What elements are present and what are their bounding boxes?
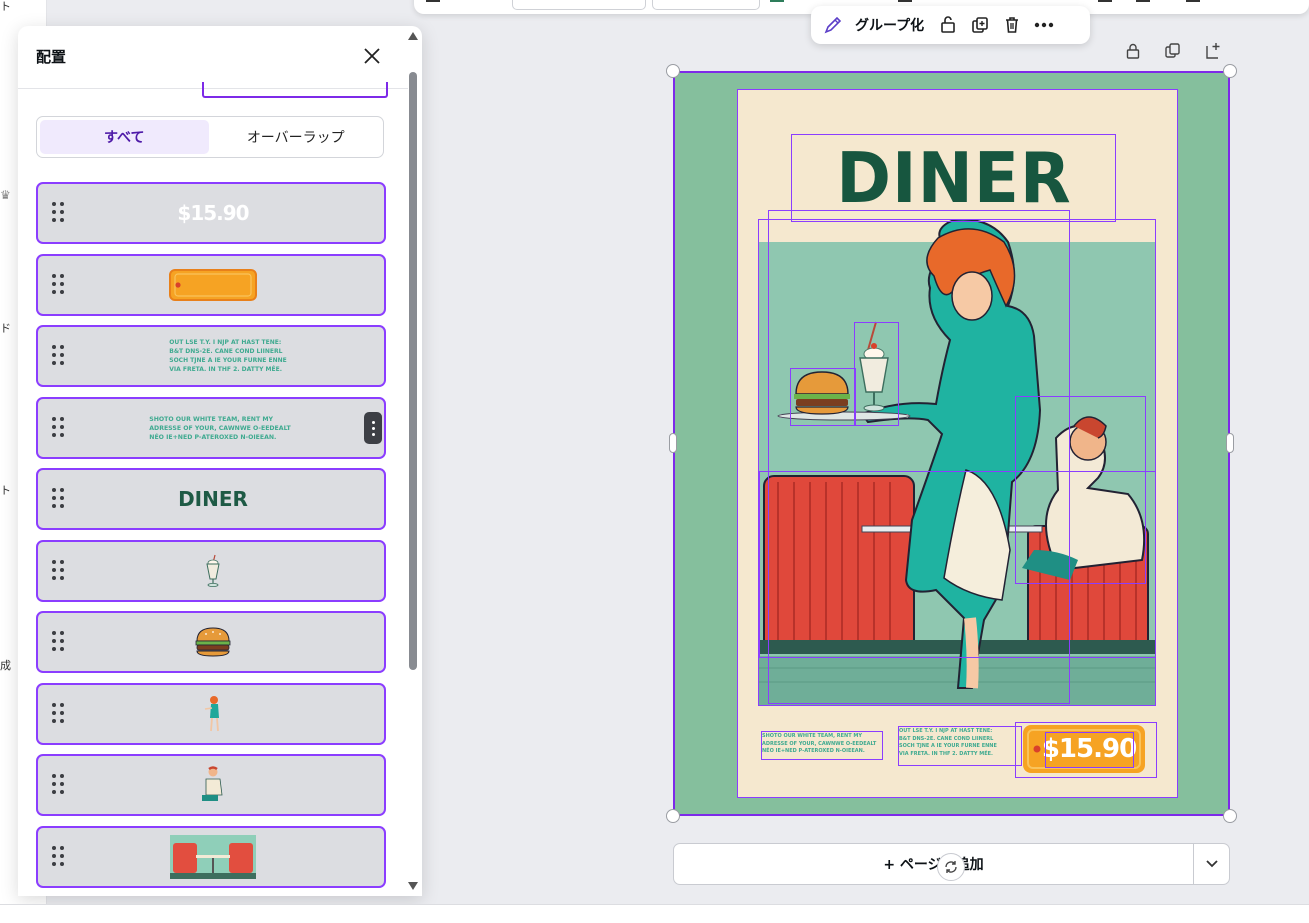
drag-handle-icon[interactable]: [52, 202, 66, 224]
align-icon[interactable]: [1136, 0, 1150, 2]
drag-handle-icon[interactable]: [52, 345, 66, 367]
layer-item-man[interactable]: [36, 754, 386, 816]
milkshake-thumbnail: [158, 546, 268, 596]
resize-handle[interactable]: [669, 433, 677, 453]
resize-handle[interactable]: [666, 64, 680, 78]
duplicate-icon[interactable]: [966, 11, 994, 39]
resize-handle[interactable]: [666, 809, 680, 823]
rail-label[interactable]: ト: [0, 482, 11, 498]
lock-icon[interactable]: [1122, 40, 1144, 62]
panel-scrollbar[interactable]: [407, 28, 419, 894]
rail-label[interactable]: ト: [0, 0, 11, 14]
layer-more-icon[interactable]: [364, 412, 382, 444]
drag-handle-icon[interactable]: [52, 488, 66, 510]
booth-thumbnail: [158, 832, 268, 882]
magic-pen-icon[interactable]: [819, 11, 847, 39]
font-field[interactable]: [512, 0, 646, 10]
font-size-field[interactable]: [652, 0, 760, 10]
drag-handle-icon[interactable]: [52, 560, 66, 582]
layer-item-body-text[interactable]: SHOTO OUR WHITE TEAM, RENT MY ADRESSE OF…: [36, 397, 386, 459]
layer-item-price-text[interactable]: $15.90: [36, 182, 386, 244]
layer-item-price-tag[interactable]: [36, 254, 386, 316]
rail-label[interactable]: ド: [0, 320, 11, 336]
group-button[interactable]: グループ化: [851, 15, 930, 35]
panel-title: 配置: [36, 48, 67, 66]
add-page-icon[interactable]: [1202, 40, 1224, 62]
selection-outline: [791, 134, 1116, 222]
layer-filter-tabs: すべて オーバーラップ: [36, 116, 384, 158]
duplicate-page-icon[interactable]: [1162, 40, 1184, 62]
price-tag-thumbnail: [158, 260, 268, 310]
title-text-thumbnail: DINER: [178, 487, 248, 511]
close-icon[interactable]: [358, 42, 386, 70]
scroll-thumb[interactable]: [409, 72, 417, 670]
rotate-icon[interactable]: [937, 853, 965, 881]
chevron-down-icon[interactable]: [1194, 844, 1230, 884]
menu-icon[interactable]: [426, 0, 440, 2]
rail-label[interactable]: 成: [0, 657, 11, 673]
previous-layer-edge: [202, 82, 388, 98]
layer-item-burger[interactable]: [36, 611, 386, 673]
selection-outline: [854, 322, 899, 426]
tab-all[interactable]: すべて: [40, 120, 209, 154]
resize-handle[interactable]: [1226, 433, 1234, 453]
layer-item-milkshake[interactable]: [36, 540, 386, 602]
bottom-bar: [0, 904, 1309, 923]
drag-handle-icon[interactable]: [52, 703, 66, 725]
price-text-thumbnail: $15.90: [177, 201, 249, 225]
resize-handle[interactable]: [1223, 809, 1237, 823]
position-panel: 配置 すべて オーバーラップ $15.90 OUT LSE T.Y. I NJP…: [18, 26, 422, 896]
page-tools: [1122, 40, 1224, 62]
burger-thumbnail: [158, 617, 268, 667]
context-toolbar: グループ化: [811, 6, 1090, 44]
resize-handle[interactable]: [1223, 64, 1237, 78]
selection-outline: [761, 731, 883, 760]
crown-icon[interactable]: ♛: [0, 188, 11, 202]
layer-item-waitress[interactable]: [36, 683, 386, 745]
drag-handle-icon[interactable]: [52, 417, 66, 439]
selection-outline: [898, 726, 1022, 766]
layer-item-booth[interactable]: [36, 826, 386, 888]
waitress-thumbnail: [158, 689, 268, 739]
effects-icon[interactable]: [1186, 0, 1200, 2]
scroll-down-icon[interactable]: [408, 882, 418, 890]
color-icon[interactable]: [770, 0, 784, 2]
drag-handle-icon[interactable]: [52, 774, 66, 796]
selection-outline: [759, 471, 1156, 658]
scroll-up-icon[interactable]: [408, 32, 418, 40]
drag-handle-icon[interactable]: [52, 846, 66, 868]
spacing-icon[interactable]: [1098, 0, 1112, 2]
trash-icon[interactable]: [998, 11, 1026, 39]
layer-item-body-text[interactable]: OUT LSE T.Y. I NJP AT HAST TENE: B&T DNS…: [36, 325, 386, 387]
selection-outline: [1045, 732, 1134, 768]
tab-overlap[interactable]: オーバーラップ: [212, 120, 381, 154]
drag-handle-icon[interactable]: [52, 631, 66, 653]
body-text-thumbnail: OUT LSE T.Y. I NJP AT HAST TENE: B&T DNS…: [169, 339, 287, 373]
more-icon[interactable]: [1030, 11, 1058, 39]
add-page-button[interactable]: + ページを追加: [674, 844, 1193, 884]
drag-handle-icon[interactable]: [52, 274, 66, 296]
selection-outline: [790, 368, 856, 426]
unlock-icon[interactable]: [934, 11, 962, 39]
layer-item-title-text[interactable]: DINER: [36, 468, 386, 530]
underline-icon[interactable]: [898, 0, 912, 2]
man-thumbnail: [158, 760, 268, 810]
body-text-thumbnail: SHOTO OUR WHITE TEAM, RENT MY ADRESSE OF…: [149, 415, 291, 441]
